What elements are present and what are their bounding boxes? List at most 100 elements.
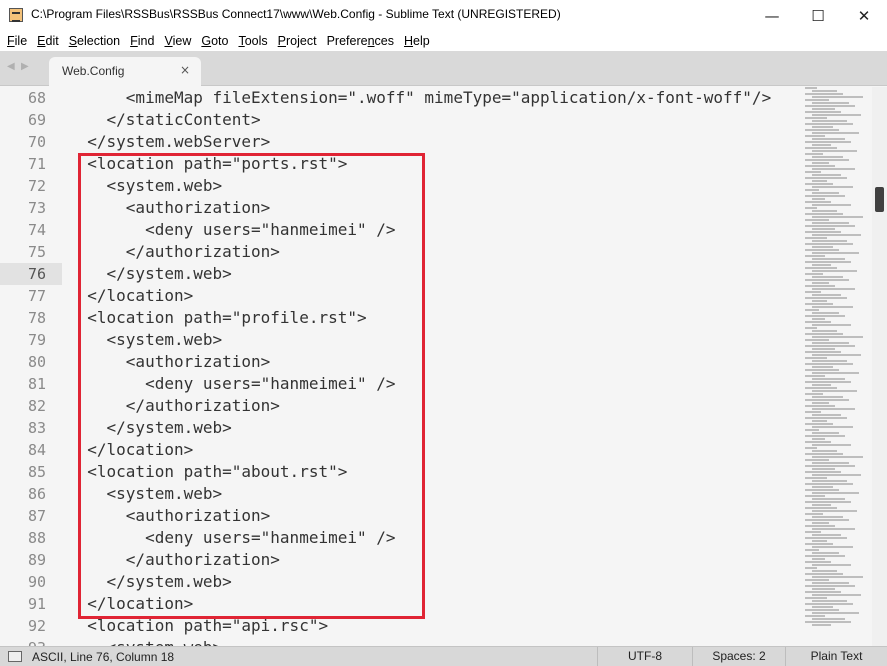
minimap-line (812, 612, 859, 614)
minimap-line (812, 504, 831, 506)
line-number: 90 (27, 573, 46, 591)
minimap[interactable] (805, 87, 870, 646)
minimap-line (805, 255, 825, 257)
line-number: 83 (27, 419, 46, 437)
minimap-line (805, 555, 845, 557)
minimap-line (805, 357, 827, 359)
minimap-line (805, 525, 835, 527)
status-indentation[interactable]: Spaces: 2 (692, 647, 785, 666)
minimap-line (812, 288, 855, 290)
minimap-line (805, 405, 835, 407)
status-syntax[interactable]: Plain Text (785, 647, 887, 666)
minimap-line (812, 420, 827, 422)
minimap-line (812, 342, 849, 344)
minimap-line (812, 438, 825, 440)
minimap-line (805, 495, 825, 497)
status-encoding[interactable]: UTF-8 (597, 647, 692, 666)
tab-scroll-left-icon[interactable]: ◀ (7, 61, 15, 72)
minimap-line (812, 114, 861, 116)
minimap-line (805, 345, 855, 347)
minimap-line (812, 186, 853, 188)
code-line[interactable]: </system.webServer> (68, 131, 270, 153)
minimap-line (812, 378, 845, 380)
minimap-line (805, 273, 823, 275)
menu-view[interactable]: View (159, 31, 196, 51)
minimap-line (812, 192, 839, 194)
minimap-line (812, 444, 851, 446)
minimap-line (805, 321, 831, 323)
line-number: 81 (27, 375, 46, 393)
minimap-line (805, 417, 847, 419)
minimap-line (805, 351, 841, 353)
line-number: 92 (27, 617, 46, 635)
minimap-line (812, 276, 843, 278)
line-number: 85 (27, 463, 46, 481)
minimap-line (812, 234, 861, 236)
menu-edit[interactable]: Edit (32, 31, 64, 51)
minimize-button[interactable]: — (749, 0, 795, 31)
code-line[interactable]: </staticContent> (68, 109, 261, 131)
minimap-line (805, 459, 829, 461)
tab-web-config[interactable]: Web.Config × (49, 57, 201, 87)
minimap-line (805, 591, 841, 593)
line-number: 69 (27, 111, 46, 129)
minimap-line (805, 399, 849, 401)
tab-close-icon[interactable]: × (180, 63, 190, 77)
title-bar: C:\Program Files\RSSBus\RSSBus Connect17… (0, 0, 887, 31)
minimap-line (812, 618, 845, 620)
minimap-line (805, 147, 837, 149)
minimap-line (812, 228, 835, 230)
sublime-app-icon[interactable] (9, 8, 23, 22)
panel-toggle-icon[interactable] (8, 651, 22, 662)
minimap-line (812, 306, 853, 308)
code-line[interactable]: <mimeMap fileExtension=".woff" mimeType=… (68, 87, 771, 109)
minimap-line (805, 213, 843, 215)
minimap-line (805, 267, 837, 269)
minimap-line (812, 414, 841, 416)
menu-selection[interactable]: Selection (64, 31, 125, 51)
minimap-line (805, 111, 841, 113)
window-title: C:\Program Files\RSSBus\RSSBus Connect17… (31, 7, 561, 21)
minimap-line (812, 486, 833, 488)
menu-find[interactable]: Find (125, 31, 159, 51)
red-annotation-box (78, 153, 425, 619)
menu-file[interactable]: File (2, 31, 32, 51)
tab-scroll-right-icon[interactable]: ▶ (21, 61, 29, 72)
minimap-line (812, 390, 857, 392)
minimap-line (812, 354, 861, 356)
line-number: 93 (0, 637, 46, 646)
minimap-line (805, 507, 837, 509)
menu-goto[interactable]: Goto (196, 31, 233, 51)
minimap-line (812, 246, 833, 248)
minimap-line (812, 210, 837, 212)
minimap-line (805, 117, 827, 119)
minimap-line (812, 156, 843, 158)
line-number: 75 (27, 243, 46, 261)
menu-project[interactable]: Project (273, 31, 322, 51)
line-number: 82 (27, 397, 46, 415)
minimap-line (805, 513, 823, 515)
minimap-line (805, 249, 839, 251)
close-button[interactable]: ✕ (841, 0, 887, 31)
minimap-line (805, 99, 829, 101)
line-number: 79 (27, 331, 46, 349)
minimap-line (812, 258, 845, 260)
menu-help[interactable]: Help (399, 31, 435, 51)
vertical-scrollbar[interactable] (872, 87, 887, 646)
menu-tools[interactable]: Tools (233, 31, 272, 51)
minimap-line (812, 294, 841, 296)
minimap-line (805, 423, 833, 425)
maximize-button[interactable]: ☐ (795, 0, 841, 31)
minimap-line (812, 582, 849, 584)
line-number: 74 (27, 221, 46, 239)
code-editor[interactable]: 68 69 70 71 72 73 74 75 76 77 78 79 80 81 82 83 84 85 86 87… (0, 87, 872, 646)
scrollbar-thumb[interactable] (875, 187, 884, 212)
code-line[interactable]: <system.web> (68, 637, 223, 646)
minimap-line (812, 600, 847, 602)
minimap-line (805, 615, 825, 617)
minimap-line (812, 144, 831, 146)
line-number: 91 (27, 595, 46, 613)
minimap-line (805, 609, 839, 611)
menu-preferences[interactable]: Preferences (322, 31, 399, 51)
line-number: 89 (27, 551, 46, 569)
